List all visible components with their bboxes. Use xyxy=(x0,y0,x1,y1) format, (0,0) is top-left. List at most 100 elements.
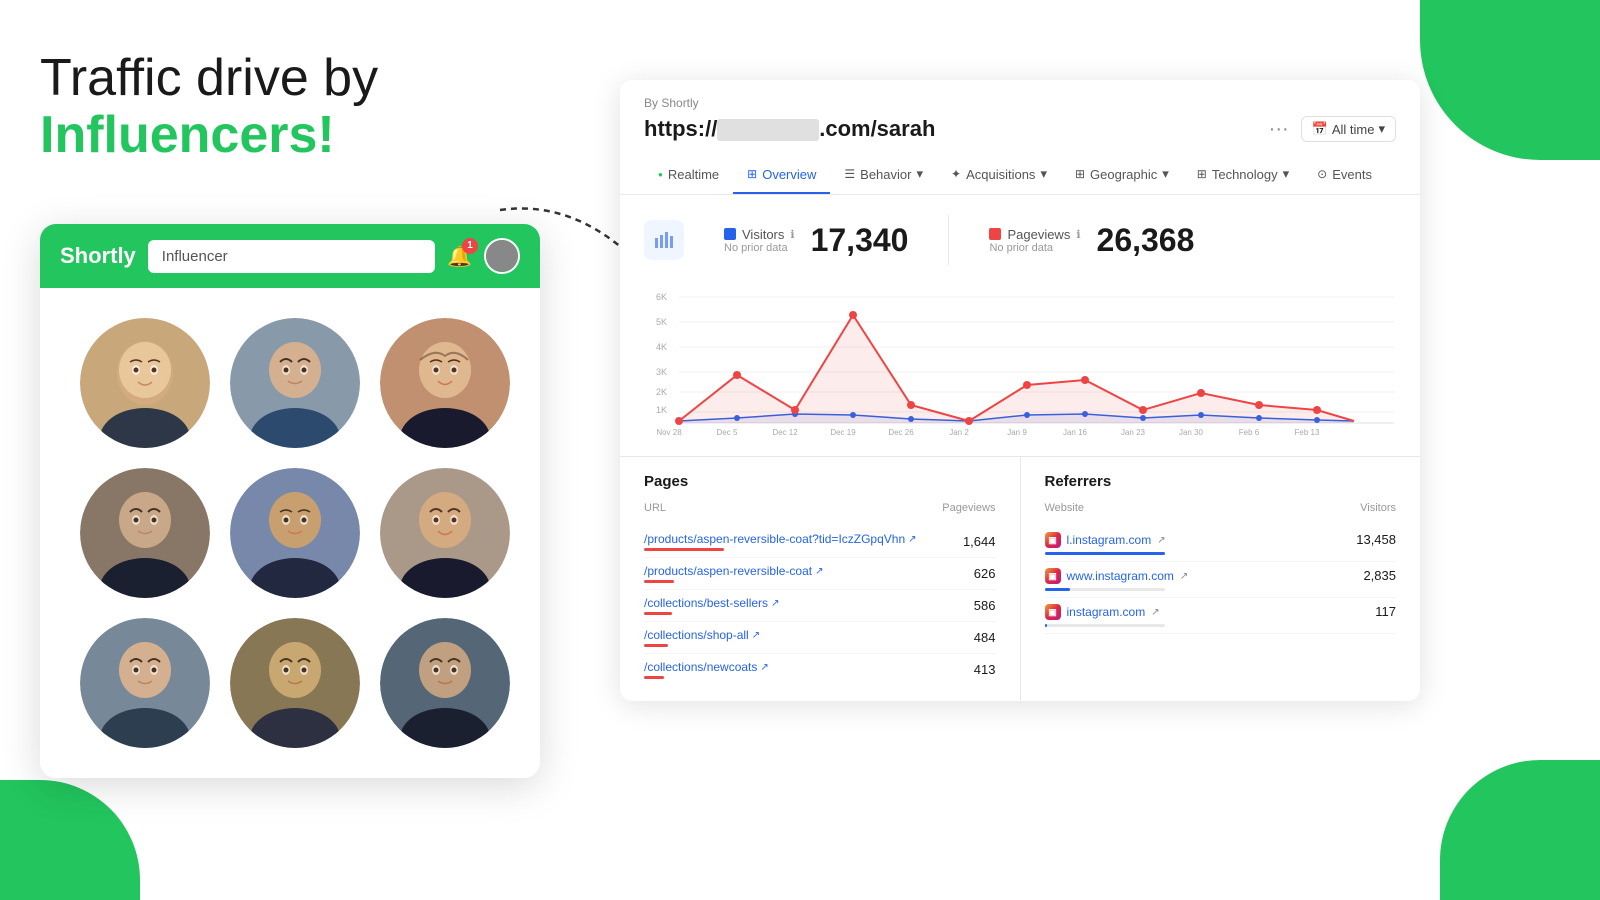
url-link-2[interactable]: /products/aspen-reversible-coat ↗ xyxy=(644,564,823,578)
visitors-sub: No prior data xyxy=(724,242,795,254)
referrer-name-3[interactable]: ▣ instagram.com ↗ xyxy=(1045,604,1165,620)
tab-behavior-label: Behavior xyxy=(860,167,911,182)
progress-bar-5 xyxy=(644,676,664,679)
search-input[interactable] xyxy=(148,240,435,273)
referrer-name-2[interactable]: ▣ www.instagram.com ↗ xyxy=(1045,568,1189,584)
pageviews-label-text: Pageviews xyxy=(1007,227,1070,242)
referrer-row-2: ▣ www.instagram.com ↗ 2,835 xyxy=(1045,562,1397,598)
pageviews-val-5: 413 xyxy=(974,662,996,677)
influencer-avatar-5 xyxy=(230,468,360,598)
url-column-header: URL xyxy=(644,502,666,514)
time-selector[interactable]: 📅 All time ▾ xyxy=(1301,116,1396,142)
influencer-avatar-9 xyxy=(380,618,510,748)
tab-events-label: Events xyxy=(1332,167,1372,182)
tab-geographic-label: Geographic xyxy=(1090,167,1157,182)
pages-row-4: /collections/shop-all ↗ 484 xyxy=(644,622,996,654)
pageviews-val-1: 1,644 xyxy=(963,534,996,549)
referrer-bar-2 xyxy=(1045,588,1070,591)
acquisitions-icon: ✦ xyxy=(951,167,961,181)
pageviews-info-icon: ℹ xyxy=(1076,228,1080,241)
referrer-row-3: ▣ instagram.com ↗ 117 xyxy=(1045,598,1397,634)
url-link-3[interactable]: /collections/best-sellers ↗ xyxy=(644,596,779,610)
tab-technology[interactable]: ⊞ Technology ▾ xyxy=(1183,156,1303,194)
referrer-name-1[interactable]: ▣ l.instagram.com ↗ xyxy=(1045,532,1166,548)
tab-acquisitions-label: Acquisitions xyxy=(966,167,1035,182)
influencer-avatar-4 xyxy=(80,468,210,598)
url-text-3: /collections/best-sellers xyxy=(644,596,768,610)
external-icon-2: ↗ xyxy=(1180,571,1188,582)
url-text-2: /products/aspen-reversible-coat xyxy=(644,564,812,578)
events-icon: ⊙ xyxy=(1317,167,1327,181)
external-link-icon-2: ↗ xyxy=(815,566,823,577)
tab-behavior[interactable]: ☰ Behavior ▾ xyxy=(830,156,937,194)
progress-bar-1 xyxy=(644,548,724,551)
svg-text:2K: 2K xyxy=(656,387,667,397)
referrer-row-1: ▣ l.instagram.com ↗ 13,458 xyxy=(1045,526,1397,562)
influencer-avatar-3 xyxy=(380,318,510,448)
behavior-chevron-icon: ▾ xyxy=(916,166,923,182)
url-text-5: /collections/newcoats xyxy=(644,660,757,674)
info-icon: ℹ xyxy=(790,228,794,241)
nav-tabs: ● Realtime ⊞ Overview ☰ Behavior ▾ ✦ Acq… xyxy=(644,156,1396,194)
referrer-bar-container-2 xyxy=(1045,588,1165,591)
notification-button[interactable]: 🔔 1 xyxy=(447,244,472,269)
headline-highlight: Influencers! xyxy=(40,106,335,164)
influencer-avatar-7 xyxy=(80,618,210,748)
referrer-left-1: ▣ l.instagram.com ↗ xyxy=(1045,532,1166,555)
instagram-icon-3: ▣ xyxy=(1045,604,1061,620)
referrer-visitors-2: 2,835 xyxy=(1363,568,1396,583)
referrer-bar-3 xyxy=(1045,624,1047,627)
url-link-1[interactable]: /products/aspen-reversible-coat?tid=IczZ… xyxy=(644,532,917,546)
pages-row-1: /products/aspen-reversible-coat?tid=IczZ… xyxy=(644,526,996,558)
pages-title: Pages xyxy=(644,473,996,490)
url-cell-1: /products/aspen-reversible-coat?tid=IczZ… xyxy=(644,532,917,551)
tab-realtime-label: Realtime xyxy=(668,167,719,182)
svg-text:Jan 2: Jan 2 xyxy=(949,428,969,435)
technology-icon: ⊞ xyxy=(1197,167,1207,181)
analytics-url: https://xxxxxxxx.com/sarah xyxy=(644,116,935,142)
external-link-icon-1: ↗ xyxy=(908,534,916,545)
pageviews-color-indicator xyxy=(989,228,1001,240)
pages-panel: Pages URL Pageviews /products/aspen-reve… xyxy=(620,457,1021,701)
external-icon-3: ↗ xyxy=(1151,607,1159,618)
tab-geographic[interactable]: ⊞ Geographic ▾ xyxy=(1061,156,1183,194)
stats-row: Visitors ℹ No prior data 17,340 Pageview… xyxy=(620,195,1420,285)
pageviews-val-3: 586 xyxy=(974,598,996,613)
pages-row-5: /collections/newcoats ↗ 413 xyxy=(644,654,996,685)
chart-container: 6K 5K 4K 3K 2K 1K xyxy=(620,285,1420,456)
url-link-5[interactable]: /collections/newcoats ↗ xyxy=(644,660,769,674)
tab-technology-label: Technology xyxy=(1212,167,1278,182)
stat-divider xyxy=(948,215,949,265)
external-icon-1: ↗ xyxy=(1157,535,1165,546)
pageviews-label: Pageviews ℹ xyxy=(989,227,1080,242)
tab-overview-label: Overview xyxy=(762,167,816,182)
chart-icon xyxy=(644,220,684,260)
tab-overview[interactable]: ⊞ Overview xyxy=(733,156,830,194)
progress-bar-3 xyxy=(644,612,672,615)
svg-text:Dec 26: Dec 26 xyxy=(888,428,914,435)
url-link-4[interactable]: /collections/shop-all ↗ xyxy=(644,628,760,642)
tab-events[interactable]: ⊙ Events xyxy=(1303,156,1386,194)
bg-decoration-top-right xyxy=(1420,0,1600,160)
url-cell-5: /collections/newcoats ↗ xyxy=(644,660,769,679)
url-suffix: .com/sarah xyxy=(819,116,935,141)
svg-text:Dec 5: Dec 5 xyxy=(717,428,738,435)
tab-realtime[interactable]: ● Realtime xyxy=(644,156,733,194)
svg-text:Dec 12: Dec 12 xyxy=(772,428,798,435)
website-column-header: Website xyxy=(1045,502,1085,514)
svg-text:Feb 6: Feb 6 xyxy=(1239,428,1260,435)
more-options-button[interactable]: ··· xyxy=(1269,118,1289,141)
headline: Traffic drive by Influencers! xyxy=(40,50,580,164)
referrers-panel: Referrers Website Visitors ▣ l.instagram… xyxy=(1021,457,1421,701)
influencer-avatar-6 xyxy=(380,468,510,598)
referrers-table-header: Website Visitors xyxy=(1045,502,1397,518)
referrer-visitors-1: 13,458 xyxy=(1356,532,1396,547)
svg-text:Feb 13: Feb 13 xyxy=(1295,428,1320,435)
visitors-stat: Visitors ℹ No prior data 17,340 xyxy=(724,222,908,259)
technology-chevron-icon: ▾ xyxy=(1283,166,1290,182)
instagram-icon-1: ▣ xyxy=(1045,532,1061,548)
analytics-header: By Shortly https://xxxxxxxx.com/sarah ··… xyxy=(620,80,1420,195)
tab-acquisitions[interactable]: ✦ Acquisitions ▾ xyxy=(937,156,1061,194)
svg-text:1K: 1K xyxy=(656,405,667,415)
by-shortly-label: By Shortly xyxy=(644,96,1396,110)
